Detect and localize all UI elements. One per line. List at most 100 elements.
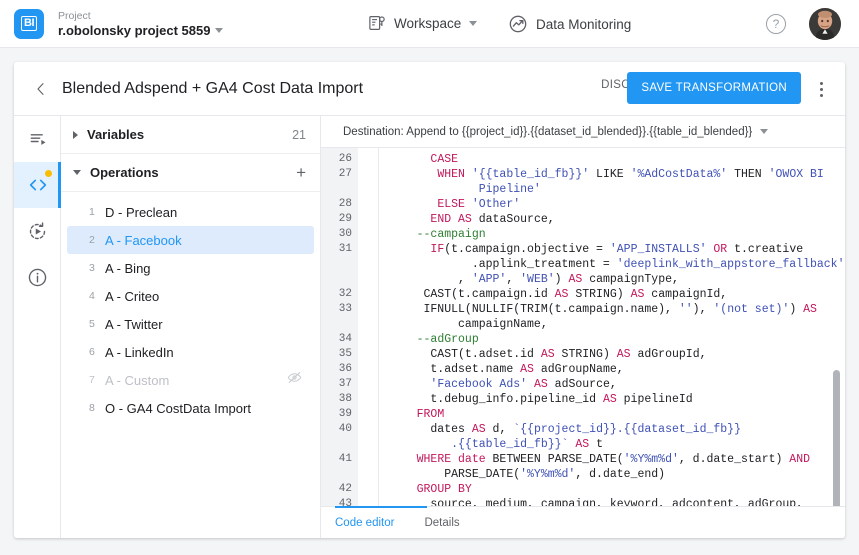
code-icon [27, 174, 49, 196]
destination-text: Destination: Append to {{project_id}}.{{… [343, 126, 752, 138]
operation-row[interactable]: 4A - Criteo [67, 282, 314, 310]
tab-code-editor[interactable]: Code editor [335, 517, 394, 529]
line-number: 42 [321, 482, 352, 497]
add-operation-button[interactable]: + [296, 166, 306, 180]
code-text: CAST(t.adset.id AS STRING) AS adGroupId, [389, 347, 707, 362]
variables-title: Variables [87, 127, 292, 142]
workspace-icon [368, 14, 386, 32]
kebab-menu-icon[interactable] [811, 78, 831, 100]
destination-bar[interactable]: Destination: Append to {{project_id}}.{{… [321, 116, 845, 148]
line-number: 43 [321, 497, 352, 506]
code-line: 26 CASE [321, 152, 845, 167]
code-editor-pane: Destination: Append to {{project_id}}.{{… [321, 116, 845, 538]
operations-section-header[interactable]: Operations + [61, 154, 320, 192]
code-text: IFNULL(NULLIF(TRIM(t.campaign.name), '')… [389, 302, 817, 317]
operation-row[interactable]: 6A - LinkedIn [67, 338, 314, 366]
operation-row[interactable]: 8O - GA4 CostData Import [67, 394, 314, 422]
operation-label: O - GA4 CostData Import [105, 401, 314, 416]
line-number: 33 [321, 302, 352, 317]
code-line: 31 IF(t.campaign.objective = 'APP_INSTAL… [321, 242, 845, 257]
card-header: Blended Adspend + GA4 Cost Data Import D… [14, 62, 845, 116]
operation-label: A - Custom [105, 373, 287, 388]
help-icon[interactable]: ? [766, 14, 786, 34]
code-text: WHEN '{{table_id_fb}}' LIKE '%AdCostData… [389, 167, 824, 182]
eye-off-icon[interactable] [287, 370, 302, 390]
page-title: Blended Adspend + GA4 Cost Data Import [62, 80, 363, 98]
line-number: 26 [321, 152, 352, 167]
nav-workspace[interactable]: Workspace [368, 14, 477, 32]
monitoring-icon [508, 14, 528, 34]
line-number: 40 [321, 422, 352, 437]
code-text: .applink_treatment = 'deeplink_with_apps… [389, 257, 845, 272]
operation-label: A - Criteo [105, 289, 314, 304]
rail-item-run-history[interactable] [14, 208, 61, 254]
notification-badge-dot [45, 170, 52, 177]
code-line: 42 GROUP BY [321, 482, 845, 497]
code-line: 38 t.debug_info.pipeline_id AS pipelineI… [321, 392, 845, 407]
top-app-bar: BI Project r.obolonsky project 5859 Work… [0, 0, 859, 48]
code-line: 36 t.adset.name AS adGroupName, [321, 362, 845, 377]
code-line: 28 ELSE 'Other' [321, 197, 845, 212]
code-text: GROUP BY [389, 482, 472, 497]
operation-index: 4 [89, 290, 105, 302]
code-scrollbar-thumb[interactable] [833, 370, 840, 506]
rail-item-steps[interactable] [14, 116, 61, 162]
operation-index: 8 [89, 402, 105, 414]
avatar[interactable] [809, 8, 841, 40]
code-text: dates AS d, `{{project_id}}.{{dataset_id… [389, 422, 741, 437]
operation-label: A - Twitter [105, 317, 314, 332]
code-line: 39 FROM [321, 407, 845, 422]
code-scrollbar[interactable] [833, 180, 843, 506]
line-number: 35 [321, 347, 352, 362]
app-logo[interactable]: BI [14, 9, 44, 39]
rail-item-code[interactable] [14, 162, 61, 208]
help-glyph: ? [773, 17, 780, 31]
code-line: .{{table_id_fb}}` AS t [321, 437, 845, 452]
transformation-card: Blended Adspend + GA4 Cost Data Import D… [14, 62, 845, 538]
code-line: 30 --campaign [321, 227, 845, 242]
operation-row[interactable]: 1D - Preclean [67, 198, 314, 226]
avatar-image [809, 8, 841, 40]
project-selector[interactable]: Project r.obolonsky project 5859 [58, 9, 223, 39]
code-text: --campaign [389, 227, 486, 242]
code-line: .applink_treatment = 'deeplink_with_apps… [321, 257, 845, 272]
chevron-left-icon[interactable] [30, 78, 52, 100]
line-number: 37 [321, 377, 352, 392]
line-number: 38 [321, 392, 352, 407]
operation-index: 7 [89, 374, 105, 386]
nav-data-monitoring[interactable]: Data Monitoring [508, 14, 631, 34]
operation-row[interactable]: 7A - Custom [67, 366, 314, 394]
save-transformation-button[interactable]: SAVE TRANSFORMATION [627, 72, 801, 104]
chevron-down-icon[interactable] [760, 129, 768, 134]
operation-label: A - LinkedIn [105, 345, 314, 360]
operation-index: 2 [89, 234, 105, 246]
chevron-down-icon [73, 170, 81, 175]
code-text: FROM [389, 407, 444, 422]
operation-row[interactable]: 2A - Facebook [67, 226, 314, 254]
nav-workspace-label: Workspace [394, 16, 461, 31]
tab-details[interactable]: Details [424, 517, 459, 529]
code-text: ELSE 'Other' [389, 197, 520, 212]
operation-row[interactable]: 3A - Bing [67, 254, 314, 282]
rail-item-info[interactable] [14, 254, 61, 300]
code-line: 43 source, medium, campaign, keyword, ad… [321, 497, 845, 506]
operation-index: 1 [89, 206, 105, 218]
code-text: CAST(t.campaign.id AS STRING) AS campaig… [389, 287, 727, 302]
code-text: campaignName, [389, 317, 548, 332]
info-icon [27, 267, 48, 288]
operation-label: A - Facebook [105, 233, 314, 248]
operation-index: 6 [89, 346, 105, 358]
line-number: 34 [321, 332, 352, 347]
line-number: 27 [321, 167, 352, 182]
line-number: 36 [321, 362, 352, 377]
line-number: 39 [321, 407, 352, 422]
chevron-down-icon [215, 28, 223, 33]
code-text: .{{table_id_fb}}` AS t [389, 437, 603, 452]
code-line: 32 CAST(t.campaign.id AS STRING) AS camp… [321, 287, 845, 302]
variables-section-header[interactable]: Variables 21 [61, 116, 320, 154]
code-text: PARSE_DATE('%Y%m%d', d.date_end) [389, 467, 665, 482]
code-line: 37 'Facebook Ads' AS adSource, [321, 377, 845, 392]
operation-row[interactable]: 5A - Twitter [67, 310, 314, 338]
line-number: 30 [321, 227, 352, 242]
code-area[interactable]: 26 CASE27 WHEN '{{table_id_fb}}' LIKE '%… [321, 148, 845, 506]
